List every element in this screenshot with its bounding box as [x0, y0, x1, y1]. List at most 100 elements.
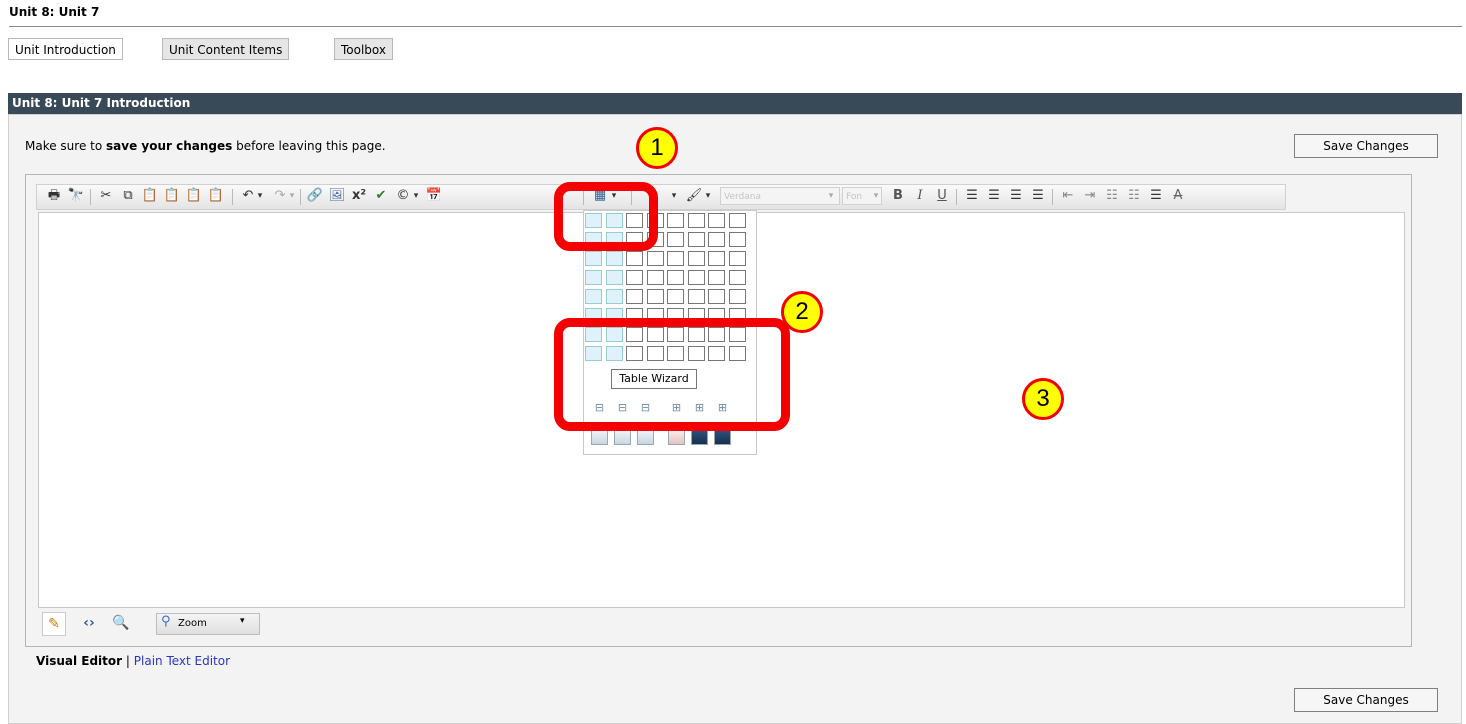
section-header: Unit 8: Unit 7 Introduction — [8, 93, 1462, 114]
page-title: Unit 8: Unit 7 — [9, 5, 100, 19]
save-notice-before: Make sure to — [25, 139, 107, 153]
strikethrough-icon[interactable]: A — [1168, 186, 1188, 206]
save-changes-button-bottom[interactable]: Save Changes — [1294, 688, 1438, 712]
callout-badge-1: 1 — [636, 127, 678, 169]
save-notice-emphasis: save your changes — [106, 139, 233, 153]
preview-mode-icon[interactable]: 🔍 — [110, 612, 132, 634]
align-left-icon[interactable]: ☰ — [962, 186, 982, 206]
image-manager-icon[interactable]: 🖼 — [327, 186, 347, 206]
align-right-icon[interactable]: ☰ — [1006, 186, 1026, 206]
undo-dropdown-icon[interactable]: ▾ — [254, 186, 266, 206]
font-name-dropdown-icon[interactable]: ▾ — [825, 186, 837, 206]
callout-badge-3: 3 — [1022, 378, 1064, 420]
table-grid-cell[interactable] — [688, 289, 705, 304]
table-grid-cell[interactable] — [667, 251, 684, 266]
outdent-icon[interactable]: ⇤ — [1058, 186, 1078, 206]
table-grid-cell[interactable] — [729, 251, 746, 266]
bold-icon[interactable]: B — [888, 186, 908, 206]
redo-dropdown-icon[interactable]: ▾ — [286, 186, 298, 206]
table-grid-cell[interactable] — [708, 213, 725, 228]
table-grid-cell[interactable] — [667, 289, 684, 304]
merge-cells-icon[interactable] — [591, 430, 608, 445]
paste-icon[interactable]: 📋 — [140, 186, 160, 206]
save-notice-after: before leaving this page. — [232, 139, 386, 153]
font-size-dropdown-icon[interactable]: ▾ — [870, 186, 882, 206]
print-icon[interactable]: 🖶 — [44, 186, 64, 206]
cut-icon[interactable]: ✂ — [96, 186, 116, 206]
numbered-list-icon[interactable]: ☷ — [1102, 186, 1122, 206]
mode-separator: | — [125, 654, 130, 668]
superscript-icon[interactable]: x² — [349, 186, 369, 206]
table-grid-cell[interactable] — [585, 270, 602, 285]
tab-unit-introduction[interactable]: Unit Introduction — [8, 38, 123, 60]
visual-editor-label: Visual Editor — [36, 654, 123, 668]
special-characters-dropdown-icon[interactable]: ▾ — [410, 186, 422, 206]
indent-icon[interactable]: ⇥ — [1080, 186, 1100, 206]
table-grid-cell[interactable] — [647, 289, 664, 304]
plain-text-editor-link[interactable]: Plain Text Editor — [134, 654, 230, 668]
line-spacing-icon[interactable]: ☰ — [1146, 186, 1166, 206]
table-grid-cell[interactable] — [708, 289, 725, 304]
copy-icon[interactable]: ⧉ — [118, 186, 138, 206]
toolbar-separator — [300, 189, 301, 205]
editor-mode-links: Visual Editor | Plain Text Editor — [36, 654, 230, 668]
paste-plain-text-icon[interactable]: 📋 — [184, 186, 204, 206]
spellcheck-icon[interactable]: ✔ — [371, 186, 391, 206]
delete-cell-icon[interactable] — [637, 430, 654, 445]
table-grid-cell[interactable] — [647, 270, 664, 285]
table-properties-icon[interactable] — [714, 430, 731, 445]
tab-unit-content-items[interactable]: Unit Content Items — [162, 38, 290, 60]
background-color-icon[interactable]: 🖌 — [684, 186, 704, 206]
justify-icon[interactable]: ☰ — [1028, 186, 1048, 206]
table-grid-cell[interactable] — [626, 251, 643, 266]
title-divider — [9, 26, 1462, 27]
tab-toolbox[interactable]: Toolbox — [334, 38, 393, 60]
bulleted-list-icon[interactable]: ☷ — [1124, 186, 1144, 206]
table-grid-cell[interactable] — [647, 251, 664, 266]
table-grid-cell[interactable] — [606, 251, 623, 266]
italic-icon[interactable]: I — [910, 186, 930, 206]
toolbar-separator — [956, 189, 957, 205]
split-cell-icon[interactable] — [614, 430, 631, 445]
find-icon[interactable]: 🔭 — [66, 186, 86, 206]
table-grid-cell[interactable] — [729, 213, 746, 228]
table-grid-cell[interactable] — [667, 270, 684, 285]
insert-date-icon[interactable]: 📅 — [424, 186, 444, 206]
align-center-icon[interactable]: ☰ — [984, 186, 1004, 206]
callout-badge-2: 2 — [781, 291, 823, 333]
table-grid-cell[interactable] — [626, 270, 643, 285]
background-color-dropdown-icon[interactable]: ▾ — [702, 186, 714, 206]
design-mode-icon[interactable]: ✎ — [42, 612, 66, 636]
color-dropdown-icon[interactable]: ▾ — [668, 186, 680, 206]
paste-from-word-icon[interactable]: 📋 — [162, 186, 182, 206]
table-grid-cell[interactable] — [667, 232, 684, 247]
table-grid-cell[interactable] — [626, 289, 643, 304]
table-grid-cell[interactable] — [606, 289, 623, 304]
table-grid-cell[interactable] — [708, 232, 725, 247]
table-grid-cell[interactable] — [585, 251, 602, 266]
table-grid-cell[interactable] — [585, 289, 602, 304]
table-grid-cell[interactable] — [606, 270, 623, 285]
save-notice: Make sure to save your changes before le… — [25, 139, 386, 153]
paste-html-icon[interactable]: 📋 — [206, 186, 226, 206]
html-mode-icon[interactable]: ‹› — [78, 612, 100, 634]
cell-properties-icon[interactable] — [691, 430, 708, 445]
table-grid-cell[interactable] — [708, 270, 725, 285]
hyperlink-icon[interactable]: 🔗 — [305, 186, 325, 206]
zoom-label: Zoom — [178, 618, 207, 629]
table-grid-cell[interactable] — [667, 213, 684, 228]
table-grid-cell[interactable] — [688, 270, 705, 285]
table-grid-cell[interactable] — [729, 289, 746, 304]
zoom-icon: ⚲ — [161, 614, 171, 629]
table-grid-cell[interactable] — [729, 232, 746, 247]
table-grid-cell[interactable] — [729, 270, 746, 285]
save-changes-button-top[interactable]: Save Changes — [1294, 134, 1438, 158]
table-grid-cell[interactable] — [688, 213, 705, 228]
table-grid-cell[interactable] — [688, 251, 705, 266]
table-grid-cell[interactable] — [688, 232, 705, 247]
delete-table-icon[interactable] — [668, 430, 685, 445]
table-grid-cell[interactable] — [708, 251, 725, 266]
font-name-select[interactable]: Verdana — [720, 187, 840, 205]
toolbar-separator — [90, 189, 91, 205]
underline-icon[interactable]: U — [932, 186, 952, 206]
